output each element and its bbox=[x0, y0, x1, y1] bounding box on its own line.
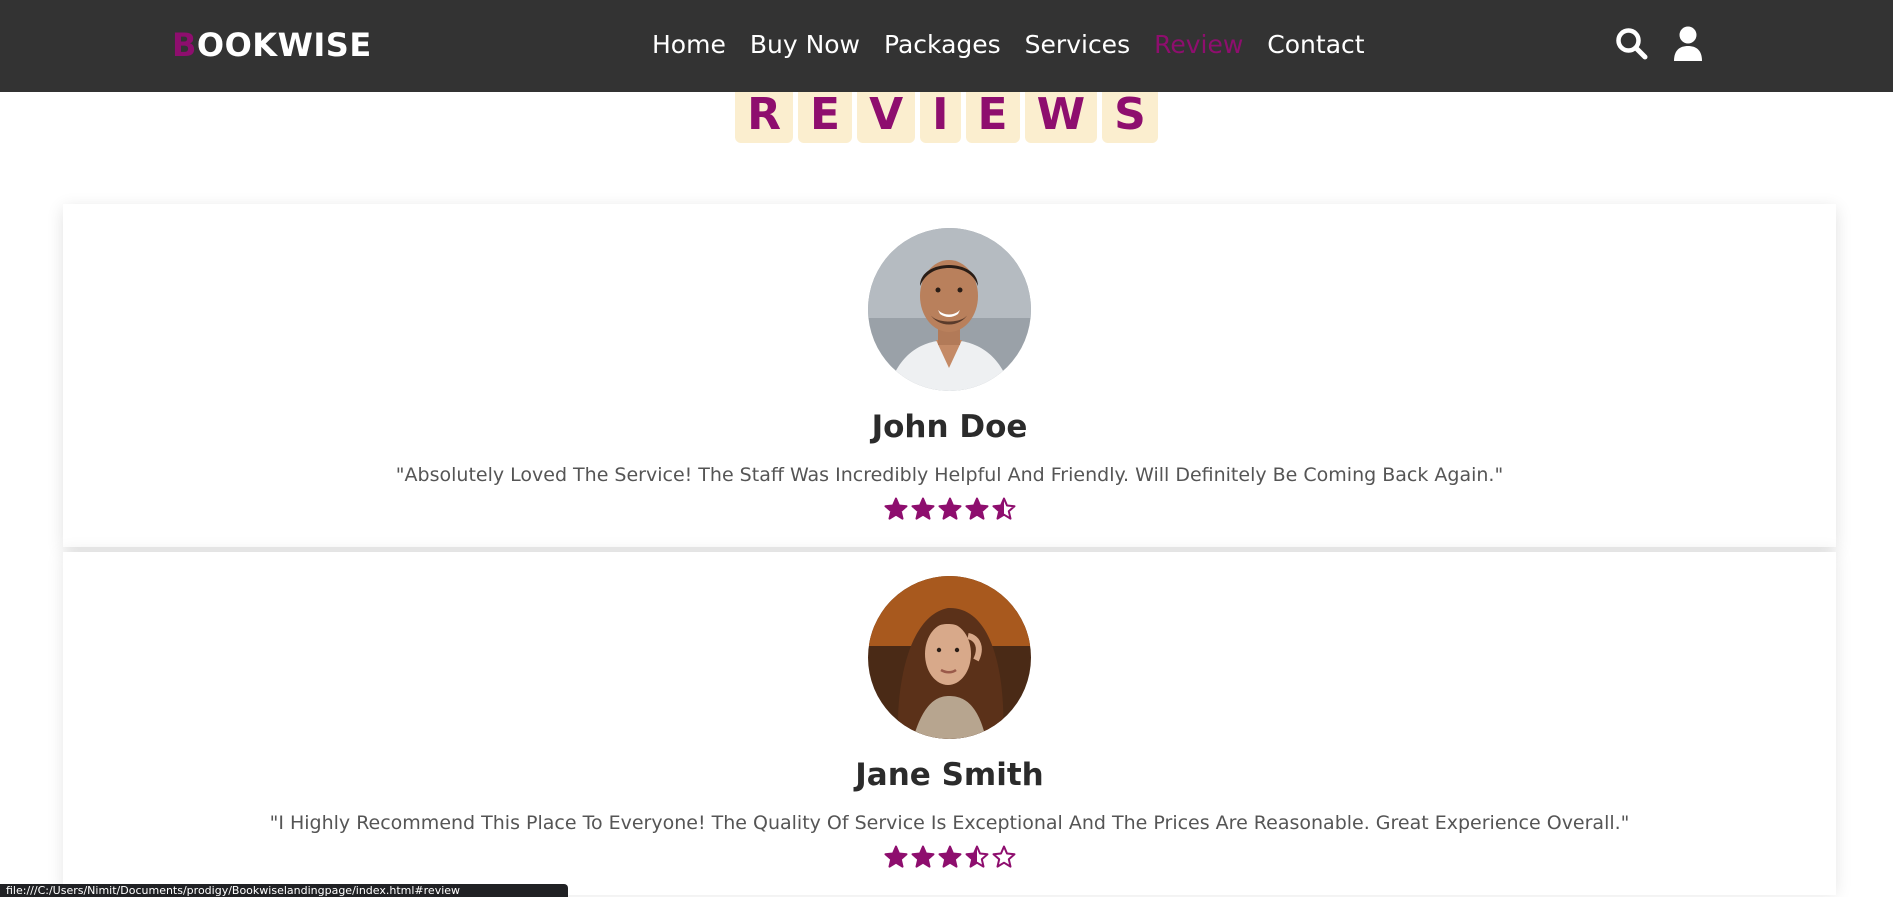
nav-packages[interactable]: Packages bbox=[884, 30, 1001, 59]
site-header: BOOKWISE Home Buy Now Packages Services … bbox=[0, 0, 1893, 92]
heading-letter: I bbox=[920, 86, 961, 143]
review-text: "I Highly Recommend This Place To Everyo… bbox=[269, 812, 1630, 834]
nav-review[interactable]: Review bbox=[1154, 30, 1243, 59]
heading-letter: R bbox=[735, 86, 794, 143]
nav-buy-now[interactable]: Buy Now bbox=[750, 30, 860, 59]
main-nav: Home Buy Now Packages Services Review Co… bbox=[652, 30, 1365, 59]
star-full-icon bbox=[938, 845, 961, 868]
heading-letter: W bbox=[1024, 86, 1098, 143]
star-full-icon bbox=[884, 497, 907, 520]
review-card: John Doe "Absolutely Loved The Service! … bbox=[63, 204, 1836, 547]
nav-home[interactable]: Home bbox=[652, 30, 726, 59]
reviewer-name: John Doe bbox=[871, 409, 1028, 445]
star-rating bbox=[63, 845, 1836, 869]
logo[interactable]: BOOKWISE bbox=[172, 26, 372, 64]
star-full-icon bbox=[884, 845, 907, 868]
nav-services[interactable]: Services bbox=[1025, 30, 1130, 59]
star-half-icon bbox=[965, 845, 988, 868]
logo-first-letter: B bbox=[172, 26, 197, 64]
star-full-icon bbox=[965, 497, 988, 520]
reviews-heading: R E V I E W S bbox=[0, 86, 1893, 143]
browser-status-url: file:///C:/Users/Nimit/Documents/prodigy… bbox=[0, 884, 568, 897]
avatar bbox=[868, 228, 1031, 391]
star-empty-icon bbox=[992, 845, 1015, 868]
user-icon[interactable] bbox=[1672, 26, 1704, 62]
star-full-icon bbox=[911, 497, 934, 520]
star-rating bbox=[63, 497, 1836, 521]
review-card: Jane Smith "I Highly Recommend This Plac… bbox=[63, 552, 1836, 895]
nav-contact[interactable]: Contact bbox=[1267, 30, 1364, 59]
review-text: "Absolutely Loved The Service! The Staff… bbox=[395, 464, 1504, 486]
reviewer-name: Jane Smith bbox=[855, 757, 1044, 793]
logo-rest: OOKWISE bbox=[196, 26, 372, 64]
star-full-icon bbox=[911, 845, 934, 868]
avatar bbox=[868, 576, 1031, 739]
star-full-icon bbox=[938, 497, 961, 520]
heading-letter: E bbox=[965, 86, 1020, 143]
search-icon[interactable] bbox=[1614, 26, 1650, 62]
heading-letter: V bbox=[857, 86, 916, 143]
header-icons bbox=[1614, 26, 1704, 62]
heading-letter: S bbox=[1102, 86, 1158, 143]
star-half-icon bbox=[992, 497, 1015, 520]
heading-letter: E bbox=[798, 86, 853, 143]
